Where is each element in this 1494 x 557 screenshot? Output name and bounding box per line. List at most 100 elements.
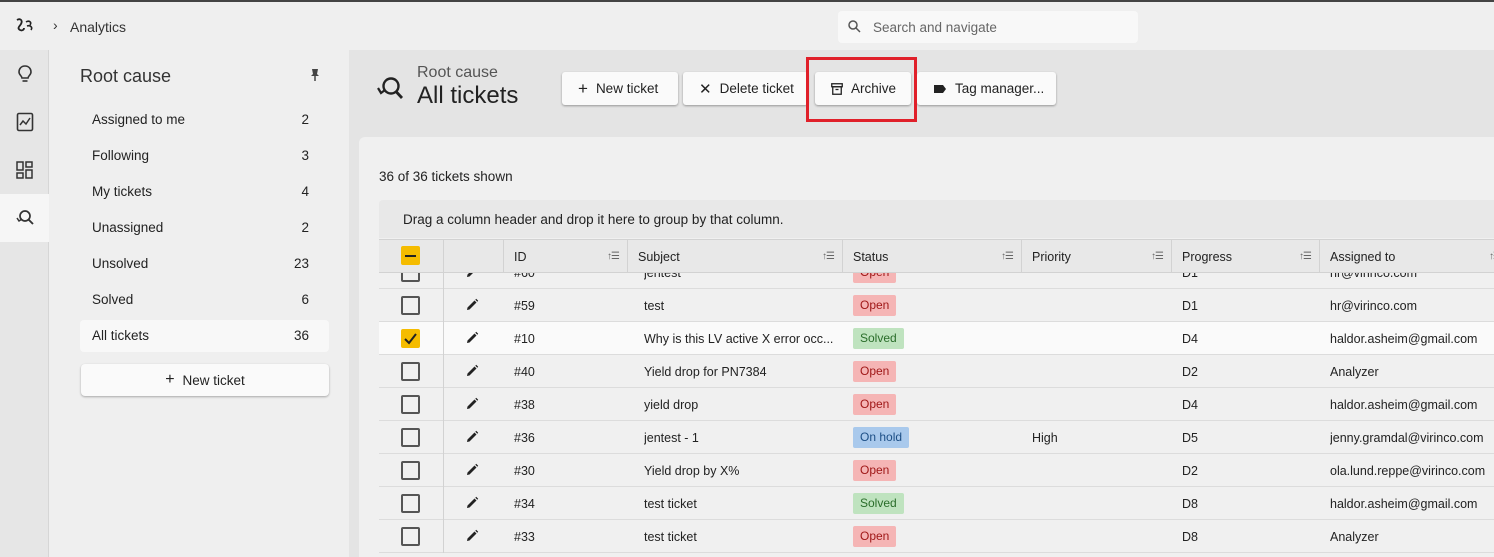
sort-filter-icon[interactable]: ↑☰ bbox=[1151, 251, 1164, 262]
new-ticket-button[interactable]: + New ticket bbox=[562, 72, 678, 105]
sidebar-item-following[interactable]: Following 3 bbox=[80, 140, 329, 172]
edit-pencil-icon[interactable] bbox=[465, 298, 479, 312]
search-box[interactable] bbox=[838, 11, 1138, 43]
cell-assigned-to: jenny.gramdal@virinco.com bbox=[1330, 431, 1484, 445]
cell-id: #30 bbox=[514, 464, 535, 478]
select-all-checkbox[interactable] bbox=[401, 246, 420, 265]
tag-manager-label: Tag manager... bbox=[955, 81, 1045, 96]
tag-manager-button[interactable]: Tag manager... bbox=[917, 72, 1056, 105]
cell-subject: jentest bbox=[644, 273, 681, 280]
sidebar-item-label: Following bbox=[92, 148, 150, 163]
plus-icon: + bbox=[165, 371, 175, 388]
row-checkbox[interactable] bbox=[401, 395, 420, 414]
report-icon bbox=[16, 112, 33, 132]
group-by-drop-zone[interactable]: Drag a column header and drop it here to… bbox=[379, 200, 1494, 238]
column-divider bbox=[443, 454, 444, 487]
column-header-status[interactable]: Status ↑☰ bbox=[843, 240, 1022, 273]
table-row[interactable]: #40 Yield drop for PN7384 D2 Analyzer Open bbox=[379, 355, 1494, 388]
row-checkbox[interactable] bbox=[401, 362, 420, 381]
column-header-id[interactable]: ID ↑☰ bbox=[504, 240, 628, 273]
edit-pencil-icon[interactable] bbox=[465, 529, 479, 543]
status-badge: Open bbox=[853, 361, 897, 382]
column-divider bbox=[443, 289, 444, 322]
edit-pencil-icon[interactable] bbox=[465, 397, 479, 411]
sidebar-item-my-tickets[interactable]: My tickets 4 bbox=[80, 176, 329, 208]
edit-pencil-icon[interactable] bbox=[465, 331, 479, 345]
column-header-label: Assigned to bbox=[1330, 250, 1396, 264]
cell-assigned-to: ola.lund.reppe@virinco.com bbox=[1330, 464, 1486, 478]
row-checkbox[interactable] bbox=[401, 296, 420, 315]
sidebar-new-ticket-label: New ticket bbox=[182, 372, 245, 388]
sort-filter-icon[interactable]: ↑☰ bbox=[607, 251, 620, 262]
sidebar-item-unassigned[interactable]: Unassigned 2 bbox=[80, 212, 329, 244]
table-row[interactable]: #60 jentest D1 hr@virinco.com Open bbox=[379, 273, 1494, 289]
edit-pencil-icon[interactable] bbox=[465, 463, 479, 477]
cell-id: #59 bbox=[514, 299, 535, 313]
cell-assigned-to: hr@virinco.com bbox=[1330, 299, 1418, 313]
sort-filter-icon[interactable]: ↑☰ bbox=[1489, 251, 1494, 262]
nav-rail bbox=[0, 50, 49, 557]
sidebar-item-label: My tickets bbox=[92, 184, 153, 199]
cell-id: #38 bbox=[514, 398, 535, 412]
column-header-subject[interactable]: Subject ↑☰ bbox=[628, 240, 843, 273]
row-checkbox[interactable] bbox=[401, 527, 420, 546]
sidebar-item-label: All tickets bbox=[92, 328, 150, 343]
checkmark-icon bbox=[404, 333, 417, 345]
table-row[interactable]: #36 jentest - 1 High D5 jenny.gramdal@virinc… bbox=[379, 421, 1494, 454]
sidebar-item-assigned-to-me[interactable]: Assigned to me 2 bbox=[80, 104, 329, 136]
sidebar-item-solved[interactable]: Solved 6 bbox=[80, 284, 329, 316]
cell-assigned-to: hr@virinco.com bbox=[1330, 273, 1418, 280]
cell-id: #36 bbox=[514, 431, 535, 445]
status-badge: Solved bbox=[853, 328, 904, 349]
sort-filter-icon[interactable]: ↑☰ bbox=[822, 251, 835, 262]
root-cause-header-icon bbox=[377, 77, 404, 99]
column-divider bbox=[443, 487, 444, 520]
table-row[interactable]: #33 test ticket D8 Analyzer Open bbox=[379, 520, 1494, 553]
row-checkbox[interactable] bbox=[401, 428, 420, 447]
sidebar-item-all-tickets[interactable]: All tickets 36 bbox=[80, 320, 329, 352]
edit-pencil-icon[interactable] bbox=[465, 364, 479, 378]
top-bar: › Analytics bbox=[0, 0, 1494, 50]
row-checkbox[interactable] bbox=[401, 329, 420, 348]
edit-pencil-icon[interactable] bbox=[465, 273, 479, 279]
row-checkbox[interactable] bbox=[401, 461, 420, 480]
cell-subject: test ticket bbox=[644, 497, 697, 511]
close-icon: ✕ bbox=[699, 80, 712, 98]
pin-icon[interactable] bbox=[309, 68, 321, 82]
rail-item-ideas[interactable] bbox=[0, 50, 49, 98]
sidebar-item-unsolved[interactable]: Unsolved 23 bbox=[80, 248, 329, 280]
breadcrumb[interactable]: Analytics bbox=[70, 19, 126, 35]
cell-priority: High bbox=[1032, 431, 1058, 445]
delete-ticket-button[interactable]: ✕ Delete ticket bbox=[683, 72, 808, 105]
new-ticket-label: New ticket bbox=[595, 81, 659, 96]
app-logo-icon[interactable] bbox=[14, 16, 36, 36]
column-divider bbox=[443, 388, 444, 421]
edit-pencil-icon[interactable] bbox=[465, 430, 479, 444]
rail-item-reports[interactable] bbox=[0, 98, 49, 146]
sidebar-new-ticket-button[interactable]: + New ticket bbox=[81, 364, 329, 396]
search-input[interactable] bbox=[873, 18, 1128, 36]
table-row[interactable]: #34 test ticket D8 haldor.asheim@gmail.com S… bbox=[379, 487, 1494, 520]
row-checkbox[interactable] bbox=[401, 273, 420, 282]
column-header-priority[interactable]: Priority ↑☰ bbox=[1022, 240, 1172, 273]
table-header: ID ↑☰ Subject ↑☰ Status ↑☰ Priority ↑☰ P… bbox=[379, 239, 1494, 273]
sort-filter-icon[interactable]: ↑☰ bbox=[1299, 251, 1312, 262]
column-header-progress[interactable]: Progress ↑☰ bbox=[1172, 240, 1320, 273]
delete-ticket-label: Delete ticket bbox=[719, 81, 794, 96]
edit-pencil-icon[interactable] bbox=[465, 496, 479, 510]
column-header-assigned-to[interactable]: Assigned to ↑☰ bbox=[1320, 240, 1494, 273]
cell-progress: D8 bbox=[1182, 530, 1198, 544]
rail-item-dashboard[interactable] bbox=[0, 146, 49, 194]
row-checkbox[interactable] bbox=[401, 494, 420, 513]
select-all-cell bbox=[379, 240, 444, 273]
table-row[interactable]: #38 yield drop D4 haldor.asheim@gmail.com Op… bbox=[379, 388, 1494, 421]
sort-filter-icon[interactable]: ↑☰ bbox=[1001, 251, 1014, 262]
table-row[interactable]: #30 Yield drop by X% D2 ola.lund.reppe@viri… bbox=[379, 454, 1494, 487]
rail-item-root-cause[interactable] bbox=[0, 194, 49, 242]
table-row[interactable]: #10 Why is this LV active X error occ... D… bbox=[379, 322, 1494, 355]
archive-highlight-box bbox=[806, 57, 917, 122]
sidebar-item-label: Unassigned bbox=[92, 220, 164, 235]
status-badge: Open bbox=[853, 526, 897, 547]
table-row[interactable]: #59 test D1 hr@virinco.com Open bbox=[379, 289, 1494, 322]
cell-subject: Yield drop for PN7384 bbox=[644, 365, 767, 379]
